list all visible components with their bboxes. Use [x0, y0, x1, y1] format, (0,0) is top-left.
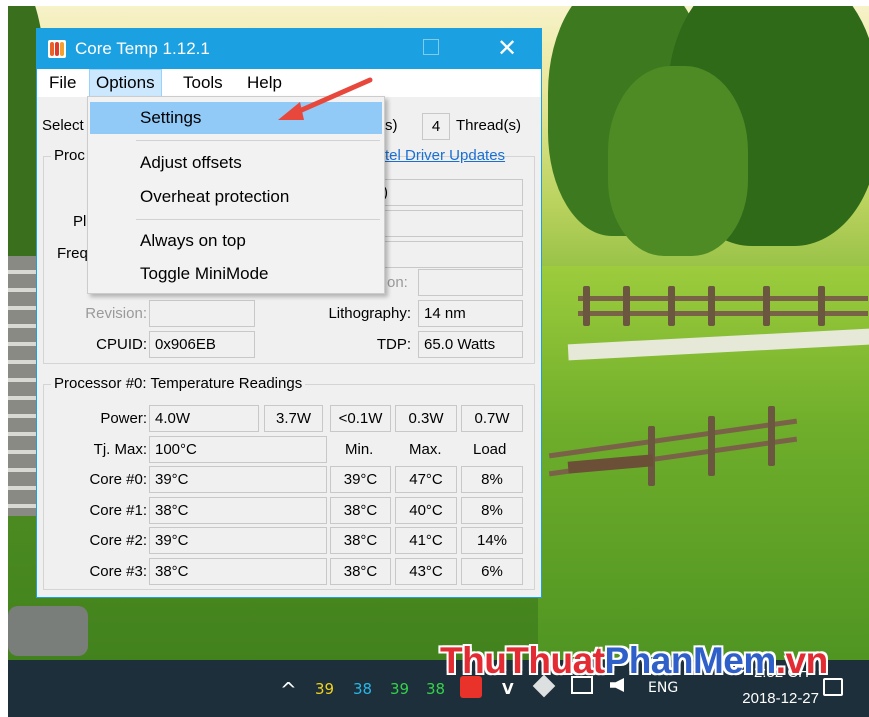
- core-load-value: 8%: [461, 497, 523, 524]
- tjmax-value: 100°C: [149, 436, 327, 463]
- menu-options[interactable]: Options: [89, 69, 162, 97]
- title-bar[interactable]: Core Temp 1.12.1 ✕: [37, 29, 541, 69]
- core-load-value: 14%: [461, 527, 523, 554]
- frequency-label: Freq: [57, 245, 88, 262]
- power-gpu-value: 0.7W: [461, 405, 523, 432]
- tray-core-temp-0[interactable]: 39: [315, 680, 334, 698]
- core-label: Core #2:: [89, 532, 147, 549]
- tdp-value: 65.0 Watts: [418, 331, 523, 358]
- tray-v-icon[interactable]: V: [502, 680, 514, 698]
- max-header: Max.: [409, 441, 442, 458]
- site-watermark: ThuThuatPhanMem.vn: [440, 640, 828, 682]
- core-temp-value: 39°C: [149, 466, 327, 493]
- core-max-value: 40°C: [395, 497, 457, 524]
- close-button[interactable]: ✕: [482, 32, 532, 66]
- wallpaper-fence: [708, 286, 715, 326]
- language-indicator[interactable]: ENG: [648, 680, 678, 696]
- core-temp-value: 38°C: [149, 497, 327, 524]
- wallpaper-fence: [668, 286, 675, 326]
- core-max-value: 43°C: [395, 558, 457, 585]
- platform-label: Pl: [73, 213, 87, 230]
- core-label: Core #3:: [89, 563, 147, 580]
- min-header: Min.: [345, 441, 374, 458]
- core-temp-app-icon: [48, 40, 66, 58]
- revision-value: [149, 300, 255, 327]
- select-cpu-label: Select: [42, 117, 84, 134]
- core-label: Core #1:: [89, 502, 147, 519]
- watermark-part-2: PhanMem: [604, 640, 777, 681]
- power-uncore-value: <0.1W: [330, 405, 391, 432]
- wallpaper-fence: [763, 286, 770, 326]
- tdp-label: TDP:: [376, 336, 411, 353]
- core-max-value: 41°C: [395, 527, 457, 554]
- menu-item-always-on-top[interactable]: Always on top: [90, 225, 382, 257]
- production-label: on:: [387, 274, 408, 291]
- core-min-value: 38°C: [330, 497, 391, 524]
- wallpaper-fence: [583, 286, 590, 326]
- frequency-value: [377, 241, 523, 268]
- maximize-button[interactable]: [423, 39, 439, 55]
- tray-core-temp-3[interactable]: 38: [426, 680, 445, 698]
- core-min-value: 38°C: [330, 558, 391, 585]
- revision-label: Revision:: [85, 305, 147, 322]
- core-load-value: 8%: [461, 466, 523, 493]
- window-title: Core Temp 1.12.1: [75, 39, 210, 58]
- wallpaper-fence: [818, 286, 825, 326]
- watermark-part-3: .vn: [775, 640, 828, 681]
- power-package-value: 4.0W: [149, 405, 259, 432]
- menu-separator: [136, 219, 380, 220]
- production-value: [418, 269, 523, 296]
- load-header: Load: [473, 441, 507, 458]
- menu-separator: [136, 140, 380, 141]
- menu-item-overheat-protection[interactable]: Overheat protection: [90, 181, 382, 213]
- wallpaper-fence: [768, 406, 775, 466]
- core-load-value: 6%: [461, 558, 523, 585]
- clock-date[interactable]: 2018-12-27: [742, 690, 819, 707]
- core-min-value: 39°C: [330, 466, 391, 493]
- power-dram-value: 0.3W: [395, 405, 457, 432]
- lithography-value: 14 nm: [418, 300, 523, 327]
- cpuid-value: 0x906EB: [149, 331, 255, 358]
- cpuid-label: CPUID:: [96, 336, 147, 353]
- tray-core-temp-2[interactable]: 39: [390, 680, 409, 698]
- tjmax-label: Tj. Max:: [93, 441, 147, 458]
- watermark-part-1: ThuThuat: [440, 640, 605, 681]
- processor-information-title: Proc: [51, 147, 88, 164]
- wallpaper-fence: [708, 416, 715, 476]
- red-arrow-annotation: [278, 77, 373, 120]
- lithography-label: Lithography:: [328, 305, 411, 322]
- menu-item-adjust-offsets[interactable]: Adjust offsets: [90, 147, 382, 179]
- power-cores-value: 3.7W: [264, 405, 323, 432]
- wallpaper-fence: [623, 286, 630, 326]
- tray-core-temp-1[interactable]: 38: [353, 680, 372, 698]
- power-label: Power:: [100, 410, 147, 427]
- wallpaper-tree: [608, 66, 748, 256]
- model-value: ): [377, 179, 523, 206]
- core-label: Core #0:: [89, 471, 147, 488]
- core-temp-value: 39°C: [149, 527, 327, 554]
- show-hidden-icons-button[interactable]: ^: [280, 678, 297, 702]
- temperature-readings-title: Processor #0: Temperature Readings: [51, 375, 306, 392]
- platform-value: [377, 210, 523, 237]
- threads-count-value: 4: [422, 113, 450, 140]
- threads-label: Thread(s): [456, 117, 522, 134]
- core-min-value: 38°C: [330, 527, 391, 554]
- core-max-value: 47°C: [395, 466, 457, 493]
- wallpaper-stones: [8, 606, 88, 656]
- menu-tools[interactable]: Tools: [177, 69, 229, 97]
- menu-file[interactable]: File: [43, 69, 82, 97]
- core-temp-value: 38°C: [149, 558, 327, 585]
- wallpaper-stones: [8, 256, 36, 516]
- cores-count-label: s): [385, 117, 398, 134]
- intel-driver-updates-link[interactable]: tel Driver Updates: [385, 147, 505, 164]
- menu-item-toggle-minimode[interactable]: Toggle MiniMode: [90, 258, 382, 290]
